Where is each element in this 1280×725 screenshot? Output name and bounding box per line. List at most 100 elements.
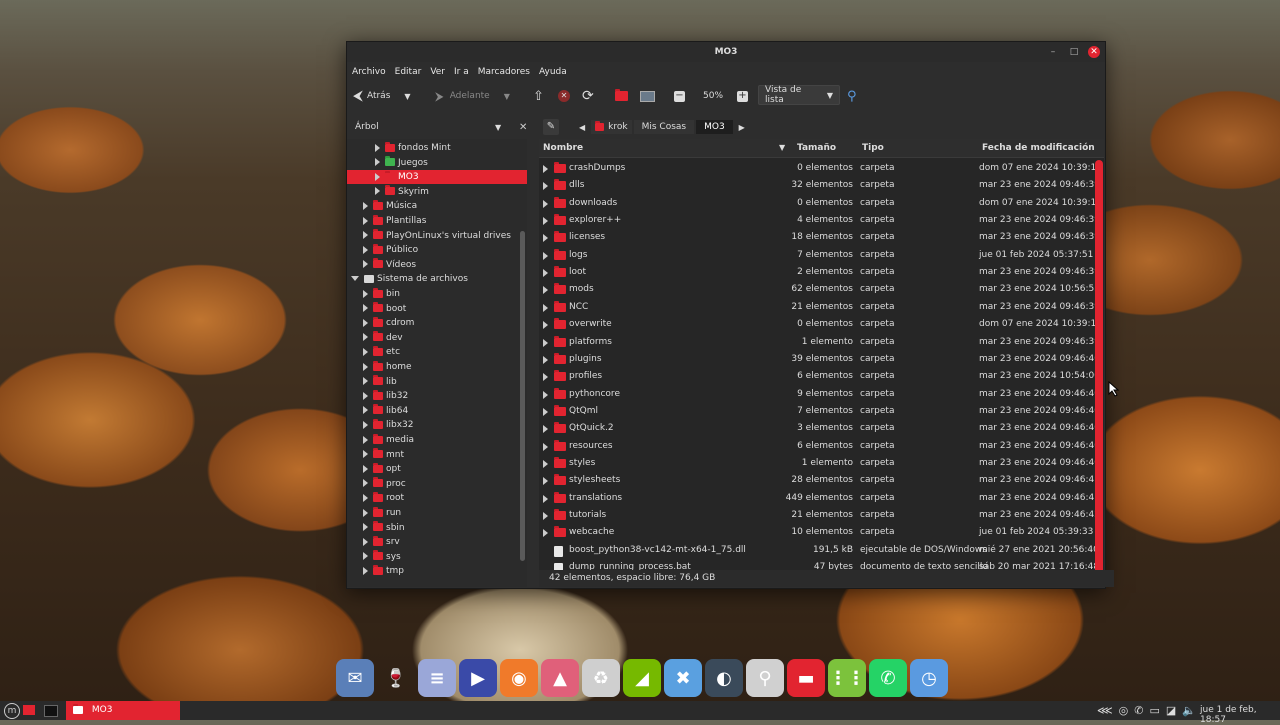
tree-item[interactable]: fondos Mint	[347, 141, 527, 155]
sidebar-mode-select[interactable]: Árbol ▼ ✕	[351, 118, 531, 136]
expand-triangle-icon[interactable]	[363, 552, 368, 561]
file-row[interactable]: translations 449 elementos carpeta mar 23 e…	[539, 490, 1100, 507]
expand-triangle-icon[interactable]	[543, 373, 548, 382]
expand-triangle-icon[interactable]	[543, 459, 548, 468]
terminal-launcher-icon[interactable]	[44, 705, 58, 717]
mail-icon[interactable]: ✉	[336, 659, 374, 697]
tree-item[interactable]: root	[347, 491, 527, 505]
file-row[interactable]: webcache 10 elementos carpeta jue 01 feb 20…	[539, 524, 1094, 541]
tree-item[interactable]: MO3	[347, 170, 527, 185]
tree-item[interactable]: dev	[347, 331, 527, 345]
stop-icon[interactable]: ✕	[558, 87, 570, 105]
expand-triangle-icon[interactable]	[363, 304, 368, 313]
file-row[interactable]: tutorials 21 elementos carpeta mar 23 ene 2…	[539, 507, 1100, 524]
expand-triangle-icon[interactable]	[363, 362, 368, 371]
files-launcher-icon[interactable]	[23, 705, 35, 715]
file-row[interactable]: downloads 0 elementos carpeta dom 07 ene 20…	[539, 195, 1102, 212]
breadcrumb-next-icon[interactable]: ▶	[735, 123, 749, 132]
chevron-down-icon[interactable]: ▼	[504, 92, 510, 101]
column-type[interactable]: Tipo	[862, 143, 884, 153]
file-row[interactable]: stylesheets 28 elementos carpeta mar 23 ene…	[539, 472, 1100, 489]
tree-item[interactable]: sys	[347, 550, 527, 564]
tree-item[interactable]: PlayOnLinux's virtual drives	[347, 229, 527, 243]
file-row[interactable]: boost_python38-vc142-mt-x64-1_75.dll 191,…	[539, 542, 1099, 559]
zoom-in-icon[interactable]: +	[737, 87, 748, 105]
tree-item[interactable]: mnt	[347, 448, 527, 462]
tree-item[interactable]: libx32	[347, 418, 527, 432]
title-bar[interactable]: MO3 – □ ✕	[347, 42, 1105, 62]
expand-triangle-icon[interactable]	[363, 435, 368, 444]
tree-item[interactable]: tmp	[347, 564, 527, 578]
image-viewer-icon[interactable]: ▲	[541, 659, 579, 697]
package-icon[interactable]: ✖	[664, 659, 702, 697]
browser-globe-icon[interactable]: ◐	[705, 659, 743, 697]
expand-triangle-icon[interactable]	[363, 493, 368, 502]
expand-triangle-icon[interactable]	[363, 420, 368, 429]
files-icon[interactable]: ▬	[787, 659, 825, 697]
expand-triangle-icon[interactable]	[543, 303, 548, 312]
close-button[interactable]: ✕	[1088, 46, 1100, 58]
clock-icon[interactable]: ◷	[910, 659, 948, 697]
tree-item[interactable]: Vídeos	[347, 258, 527, 272]
app-grid-icon[interactable]: ⋮⋮	[828, 659, 866, 697]
firefox-icon[interactable]: ◉	[500, 659, 538, 697]
expand-triangle-icon[interactable]	[363, 231, 368, 240]
file-row[interactable]: NCC 21 elementos carpeta mar 23 ene 2024 09…	[539, 299, 1100, 316]
expand-triangle-icon[interactable]	[543, 182, 548, 191]
forward-button[interactable]: ⮞ Adelante ▼	[435, 87, 510, 105]
expand-triangle-icon[interactable]	[363, 566, 368, 575]
wine-icon[interactable]: 🍷	[377, 659, 415, 697]
expand-triangle-icon[interactable]	[363, 201, 368, 210]
expanded-triangle-icon[interactable]	[351, 276, 359, 282]
expand-triangle-icon[interactable]	[543, 234, 548, 243]
zoom-out-icon[interactable]: −	[674, 87, 685, 105]
breadcrumb-prev-icon[interactable]: ◀	[575, 123, 589, 132]
whatsapp-tray-icon[interactable]: ✆	[1134, 704, 1143, 717]
expand-triangle-icon[interactable]	[543, 165, 548, 173]
whatsapp-icon[interactable]: ✆	[869, 659, 907, 697]
file-row[interactable]: loot 2 elementos carpeta mar 23 ene 2024 09…	[539, 264, 1100, 281]
expand-triangle-icon[interactable]	[543, 355, 548, 364]
expand-triangle-icon[interactable]	[363, 347, 368, 356]
expand-triangle-icon[interactable]	[543, 494, 548, 503]
expand-triangle-icon[interactable]	[363, 216, 368, 225]
tree-item[interactable]: lib32	[347, 389, 527, 403]
expand-triangle-icon[interactable]	[543, 529, 548, 538]
expand-triangle-icon[interactable]	[363, 318, 368, 327]
clock[interactable]: jue 1 de feb, 18:57	[1200, 705, 1280, 725]
expand-triangle-icon[interactable]	[363, 377, 368, 386]
shield-icon[interactable]: ◪	[1166, 704, 1176, 717]
start-menu-icon[interactable]: m	[4, 703, 20, 719]
file-row[interactable]: profiles 6 elementos carpeta mar 23 ene 202…	[539, 368, 1100, 385]
menu-editar[interactable]: Editar	[395, 67, 422, 77]
tree-item[interactable]: run	[347, 506, 527, 520]
tree-item[interactable]: Música	[347, 199, 527, 213]
file-row[interactable]: pythoncore 9 elementos carpeta mar 23 ene 2…	[539, 386, 1100, 403]
expand-triangle-icon[interactable]	[363, 245, 368, 254]
taskbar-task-mo3[interactable]: MO3	[66, 701, 180, 720]
file-row[interactable]: overwrite 0 elementos carpeta dom 07 ene 20…	[539, 316, 1102, 333]
breadcrumb-mis-cosas[interactable]: Mis Cosas	[633, 120, 695, 134]
file-row[interactable]: explorer++ 4 elementos carpeta mar 23 ene 2…	[539, 212, 1100, 229]
tree-item[interactable]: Plantillas	[347, 214, 527, 228]
expand-triangle-icon[interactable]	[363, 391, 368, 400]
tree-item[interactable]: media	[347, 433, 527, 447]
file-row[interactable]: plugins 39 elementos carpeta mar 23 ene 202…	[539, 351, 1100, 368]
close-sidebar-icon[interactable]: ✕	[519, 122, 527, 133]
file-row[interactable]: resources 6 elementos carpeta mar 23 ene 20…	[539, 438, 1100, 455]
menu-ayuda[interactable]: Ayuda	[539, 67, 567, 77]
tree-item[interactable]: lib64	[347, 404, 527, 418]
expand-triangle-icon[interactable]	[363, 333, 368, 342]
file-row[interactable]: logs 7 elementos carpeta jue 01 feb 2024 05…	[539, 247, 1094, 264]
tree-item[interactable]: Público	[347, 243, 527, 257]
expand-triangle-icon[interactable]	[363, 450, 368, 459]
expand-triangle-icon[interactable]	[543, 425, 548, 434]
maximize-button[interactable]: □	[1068, 46, 1080, 58]
network-icon[interactable]: ◎	[1119, 704, 1129, 717]
file-row[interactable]: licenses 18 elementos carpeta mar 23 ene 20…	[539, 229, 1100, 246]
file-row[interactable]: dlls 32 elementos carpeta mar 23 ene 2024 0…	[539, 177, 1100, 194]
computer-icon[interactable]	[640, 87, 655, 105]
edit-path-icon[interactable]: ✎	[543, 119, 559, 135]
tree-item[interactable]: etc	[347, 345, 527, 359]
tree-item[interactable]: Juegos	[347, 156, 527, 170]
